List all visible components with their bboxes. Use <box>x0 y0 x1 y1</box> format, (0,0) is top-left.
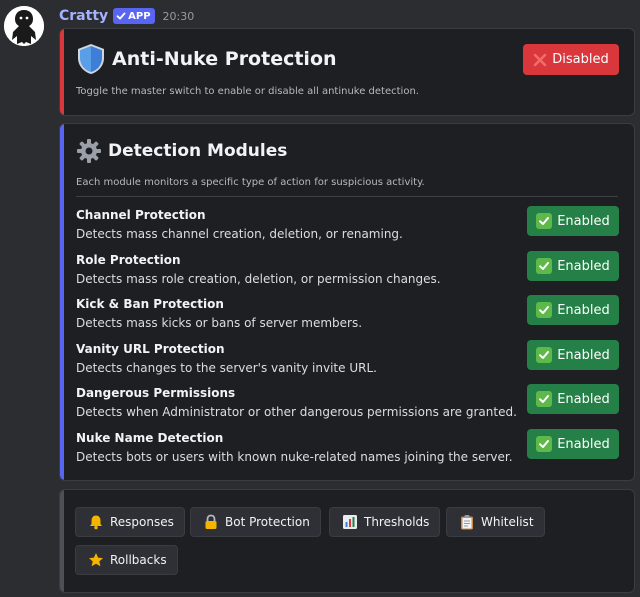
divider <box>76 196 618 197</box>
shield-icon <box>78 44 104 74</box>
channel-protection-toggle[interactable]: Enabled <box>527 206 619 236</box>
navigation-card: Responses Bot Protection Thresholds Whit… <box>59 489 635 593</box>
module-description: Detects mass role creation, deletion, or… <box>76 272 441 286</box>
module-description: Detects changes to the server's vanity i… <box>76 361 377 375</box>
thresholds-button[interactable]: Thresholds <box>329 507 441 537</box>
toggle-label: Enabled <box>557 302 610 318</box>
toggle-label: Enabled <box>557 436 610 452</box>
card-accent-bar <box>60 124 64 480</box>
module-name: Kick & Ban Protection <box>76 297 224 311</box>
module-description: Detects when Administrator or other dang… <box>76 405 517 419</box>
bot-protection-label: Bot Protection <box>225 515 310 529</box>
app-badge-label: APP <box>128 10 151 22</box>
toggle-label: Enabled <box>557 258 610 274</box>
module-description: Detects mass channel creation, deletion,… <box>76 227 403 241</box>
module-name: Nuke Name Detection <box>76 431 224 445</box>
rollbacks-button[interactable]: Rollbacks <box>75 545 178 575</box>
master-toggle-label: Disabled <box>552 52 609 67</box>
card-accent-bar <box>60 490 64 592</box>
check-icon <box>536 213 553 229</box>
check-icon <box>536 347 553 363</box>
section-title: Detection Modules <box>108 141 288 161</box>
module-name: Dangerous Permissions <box>76 386 236 400</box>
bar-chart-icon <box>343 515 357 529</box>
gear-icon <box>77 139 101 163</box>
module-name: Role Protection <box>76 253 181 267</box>
bot-protection-button[interactable]: Bot Protection <box>190 507 321 537</box>
toggle-label: Enabled <box>557 213 610 229</box>
cross-icon <box>533 53 547 66</box>
role-protection-toggle[interactable]: Enabled <box>527 251 619 281</box>
card-title-row: Anti-Nuke Protection <box>76 43 337 75</box>
card-accent-bar <box>60 29 64 115</box>
message-header: Cratty APP 20:30 <box>59 6 194 26</box>
rollbacks-label: Rollbacks <box>110 553 167 567</box>
bot-avatar-icon <box>4 6 44 46</box>
thresholds-label: Thresholds <box>364 515 430 529</box>
responses-label: Responses <box>110 515 174 529</box>
module-description: Detects bots or users with known nuke-re… <box>76 450 513 464</box>
card-title-row: Detection Modules <box>76 138 287 164</box>
whitelist-button[interactable]: Whitelist <box>446 507 545 537</box>
username[interactable]: Cratty <box>59 8 108 24</box>
module-description: Detects mass kicks or bans of server mem… <box>76 316 363 330</box>
module-name: Channel Protection <box>76 208 206 222</box>
check-icon <box>536 436 553 452</box>
toggle-label: Enabled <box>557 347 610 363</box>
lock-icon <box>205 514 217 529</box>
verified-check-icon <box>116 12 126 20</box>
timestamp: 20:30 <box>162 9 195 23</box>
app-badge: APP <box>113 8 155 24</box>
nuke-name-detection-toggle[interactable]: Enabled <box>527 429 619 459</box>
clipboard-icon <box>461 515 473 530</box>
check-icon <box>536 391 553 407</box>
dangerous-permissions-toggle[interactable]: Enabled <box>527 384 619 414</box>
page-title: Anti-Nuke Protection <box>112 48 337 70</box>
toggle-label: Enabled <box>557 391 610 407</box>
module-name: Vanity URL Protection <box>76 342 225 356</box>
responses-button[interactable]: Responses <box>75 507 185 537</box>
vanity-url-protection-toggle[interactable]: Enabled <box>527 340 619 370</box>
kick-ban-protection-toggle[interactable]: Enabled <box>527 295 619 325</box>
whitelist-label: Whitelist <box>481 515 534 529</box>
card-description: Toggle the master switch to enable or di… <box>76 86 419 97</box>
star-icon <box>89 553 103 567</box>
check-icon <box>536 302 553 318</box>
anti-nuke-card: Anti-Nuke Protection Toggle the master s… <box>59 28 635 116</box>
card-description: Each module monitors a specific type of … <box>76 177 425 188</box>
master-toggle-button[interactable]: Disabled <box>523 44 619 75</box>
bell-icon <box>90 515 102 530</box>
detection-modules-card: Detection Modules Each module monitors a… <box>59 123 635 481</box>
check-icon <box>536 258 553 274</box>
avatar[interactable] <box>4 6 44 46</box>
